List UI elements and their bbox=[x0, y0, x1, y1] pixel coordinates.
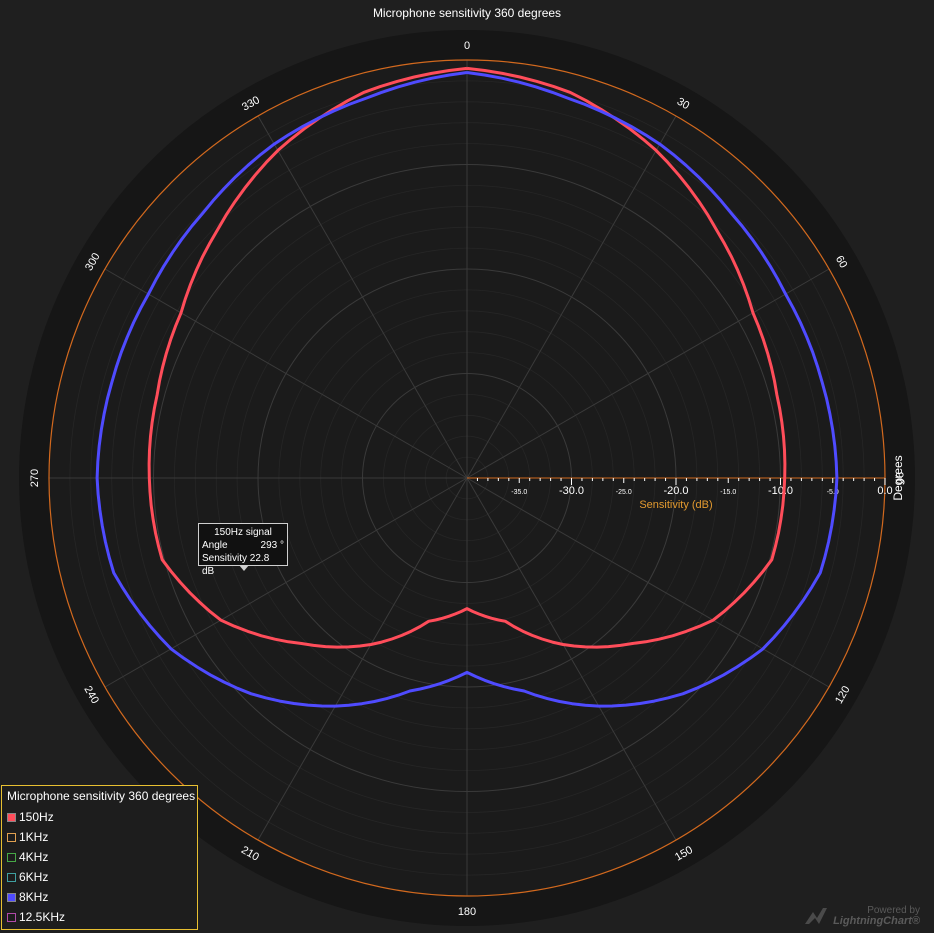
angle-axis-title: Degrees bbox=[891, 455, 905, 500]
angle-tick-label: 180 bbox=[458, 906, 476, 918]
radial-tick-label: -20.0 bbox=[663, 485, 688, 497]
watermark: Powered by LightningChart® bbox=[803, 905, 920, 927]
legend-label: 4KHz bbox=[19, 850, 49, 864]
legend-item-8khz[interactable]: 8KHz bbox=[7, 887, 192, 907]
angle-tick-label: 0 bbox=[464, 40, 470, 52]
chart-title: Microphone sensitivity 360 degrees bbox=[373, 6, 561, 20]
legend: Microphone sensitivity 360 degrees 150Hz… bbox=[1, 785, 198, 930]
radial-minor-tick-label: -15.0 bbox=[720, 489, 736, 496]
legend-label: 6KHz bbox=[19, 870, 49, 884]
radial-tick-label: -30.0 bbox=[559, 485, 584, 497]
legend-label: 150Hz bbox=[19, 810, 54, 824]
watermark-brand: LightningChart® bbox=[833, 915, 920, 927]
legend-item-6khz[interactable]: 6KHz bbox=[7, 867, 192, 887]
data-tooltip: 150Hz signal Angle 293 ° Sensitivity 22.… bbox=[198, 523, 288, 577]
tooltip-angle-value: 293 ° bbox=[260, 540, 284, 551]
lightningchart-logo-icon bbox=[805, 908, 828, 924]
legend-label: 8KHz bbox=[19, 890, 49, 904]
legend-item-1khz[interactable]: 1KHz bbox=[7, 827, 192, 847]
tooltip-angle-label: Angle bbox=[202, 540, 228, 551]
legend-swatch bbox=[7, 812, 16, 822]
legend-item-12-5khz[interactable]: 12.5KHz bbox=[7, 907, 192, 927]
legend-swatch bbox=[7, 912, 16, 922]
legend-swatch bbox=[7, 872, 16, 882]
legend-swatch bbox=[7, 852, 16, 862]
tooltip-title: 150Hz signal bbox=[214, 527, 272, 538]
legend-label: 12.5KHz bbox=[19, 910, 66, 924]
legend-item-4khz[interactable]: 4KHz bbox=[7, 847, 192, 867]
radial-tick-label: -10.0 bbox=[768, 485, 793, 497]
legend-swatch bbox=[7, 892, 16, 902]
radial-axis-title: Sensitivity (dB) bbox=[639, 499, 712, 511]
tooltip-pointer bbox=[239, 565, 249, 571]
legend-label: 1KHz bbox=[19, 830, 49, 844]
legend-title: Microphone sensitivity 360 degrees bbox=[7, 789, 196, 803]
legend-item-150hz[interactable]: 150Hz bbox=[7, 807, 192, 827]
radial-minor-tick-label: -35.0 bbox=[511, 489, 527, 496]
angle-tick-label: 270 bbox=[29, 469, 41, 487]
legend-swatch bbox=[7, 832, 16, 842]
radial-minor-tick-label: -25.0 bbox=[616, 489, 632, 496]
